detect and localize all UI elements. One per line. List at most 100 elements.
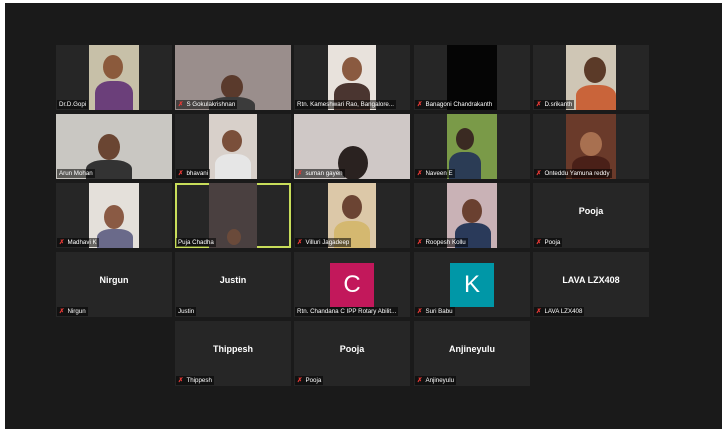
participant-display-name: Nirgun (99, 275, 129, 285)
participant-name: Naveen E (425, 170, 453, 177)
mic-muted-icon: ✗ (59, 239, 65, 246)
participant-tile[interactable]: Thippesh ✗ Thippesh (175, 321, 291, 386)
participant-tile[interactable]: Arun Mohan (56, 114, 172, 179)
participant-video (209, 114, 257, 179)
participant-video (209, 183, 257, 248)
participant-name: Pooja (305, 377, 322, 384)
participant-tile[interactable]: ✗ Madhavi K (56, 183, 172, 248)
participant-tile[interactable]: LAVA LZX408 ✗ LAVA LZX408 (533, 252, 649, 317)
participant-name-label: ✗ suman gayen (295, 169, 345, 178)
participant-tile-active-speaker[interactable]: Puja Chadha (175, 183, 291, 248)
participant-avatar: K (450, 263, 494, 307)
participant-tile[interactable]: Justin Justin (175, 252, 291, 317)
avatar-letter: K (463, 271, 480, 298)
participant-display-name: Justin (219, 275, 247, 285)
mic-muted-icon: ✗ (178, 170, 184, 177)
participant-name-label: ✗ Pooja (295, 376, 324, 385)
participant-name-label: Arun Mohan (57, 169, 95, 178)
mic-muted-icon: ✗ (536, 101, 542, 108)
mic-muted-icon: ✗ (536, 170, 542, 177)
participant-name: Suri Babu (425, 308, 453, 315)
mic-muted-icon: ✗ (417, 101, 423, 108)
mic-muted-icon: ✗ (536, 239, 542, 246)
participant-tile[interactable]: K ✗ Suri Babu (414, 252, 530, 317)
participant-tile[interactable]: Anjineyulu ✗ Anjineyulu (414, 321, 530, 386)
participant-name-label: ✗ D.srikanth (534, 100, 575, 109)
mic-muted-icon: ✗ (417, 377, 423, 384)
participant-display-name: Pooja (578, 206, 604, 216)
participant-name: Madhavi K (67, 239, 97, 246)
mic-muted-icon: ✗ (297, 239, 303, 246)
mic-muted-icon: ✗ (417, 239, 423, 246)
participant-name-label: ✗ Madhavi K (57, 238, 99, 247)
mic-muted-icon: ✗ (417, 308, 423, 315)
participant-video (89, 45, 139, 110)
participant-name: Puja Chadha (178, 239, 214, 246)
participant-tile[interactable]: Dr.D.Gopi (56, 45, 172, 110)
mic-muted-icon: ✗ (297, 377, 303, 384)
participant-tile[interactable]: ✗ D.srikanth (533, 45, 649, 110)
participant-name: suman gayen (305, 170, 343, 177)
mic-muted-icon: ✗ (59, 308, 65, 315)
participant-name-label: ✗ Thippesh (176, 376, 214, 385)
participant-tile[interactable]: ✗ S Gokulakrishnan (175, 45, 291, 110)
participant-name: Justin (178, 308, 195, 315)
participant-name-label: ✗ Suri Babu (415, 307, 455, 316)
participant-name-label: ✗ Villuri Jagadeep (295, 238, 352, 247)
mic-muted-icon: ✗ (536, 308, 542, 315)
participant-name: S Gokulakrishnan (186, 101, 236, 108)
participant-avatar: C (330, 263, 374, 307)
participant-tile[interactable]: Rtn. Kameshwari Rao, Bangalore... (294, 45, 410, 110)
participant-name: Pooja (544, 239, 561, 246)
participant-name: Rtn. Kameshwari Rao, Bangalore... (297, 101, 394, 108)
participant-name: Thippesh (186, 377, 212, 384)
participant-name-label: ✗ Onteddu Yamuna reddy (534, 169, 612, 178)
avatar-letter: C (343, 271, 361, 298)
participant-name: Villuri Jagadeep (305, 239, 350, 246)
participant-name: D.srikanth (544, 101, 573, 108)
participant-name-label: Rtn. Chandana C IPP Rotary Abilit... (295, 307, 399, 316)
video-gallery: Dr.D.Gopi ✗ S Gokulakrishnan Rtn. Kameshw… (5, 3, 722, 429)
participant-tile[interactable]: Pooja ✗ Pooja (294, 321, 410, 386)
participant-display-name: Pooja (339, 344, 365, 354)
mic-muted-icon: ✗ (178, 377, 184, 384)
participant-tile[interactable]: ✗ Roopesh Kollu (414, 183, 530, 248)
participant-display-name: Anjineyulu (448, 344, 495, 354)
participant-name-label: Puja Chadha (176, 238, 216, 247)
participant-name-label: ✗ Nirgun (57, 307, 88, 316)
participant-name: bhavani (186, 170, 209, 177)
participant-name-label: Rtn. Kameshwari Rao, Bangalore... (295, 100, 396, 109)
participant-name-label: Justin (176, 307, 197, 316)
participant-name: Roopesh Kollu (425, 239, 466, 246)
participant-name: Dr.D.Gopi (59, 101, 87, 108)
participant-tile[interactable]: ✗ Naveen E (414, 114, 530, 179)
participant-name-label: ✗ S Gokulakrishnan (176, 100, 238, 109)
participant-name: Onteddu Yamuna reddy (544, 170, 610, 177)
participant-name-label: ✗ Anjineyulu (415, 376, 457, 385)
participant-name-label: Dr.D.Gopi (57, 100, 89, 109)
participant-display-name: Thippesh (213, 344, 253, 354)
participant-tile[interactable]: ✗ Onteddu Yamuna reddy (533, 114, 649, 179)
mic-muted-icon: ✗ (297, 170, 303, 177)
participant-name-label: ✗ LAVA LZX408 (534, 307, 585, 316)
participant-name: Anjineyulu (425, 377, 455, 384)
participant-name: Nirgun (67, 308, 86, 315)
participant-display-name: LAVA LZX408 (562, 275, 620, 285)
participant-tile[interactable]: ✗ Villuri Jagadeep (294, 183, 410, 248)
participant-name: Banagoni Chandrakanth (425, 101, 493, 108)
mic-muted-icon: ✗ (178, 101, 184, 108)
participant-name-label: ✗ Roopesh Kollu (415, 238, 468, 247)
participant-tile[interactable]: ✗ bhavani (175, 114, 291, 179)
participant-name-label: ✗ bhavani (176, 169, 211, 178)
participant-tile[interactable]: ✗ suman gayen (294, 114, 410, 179)
participant-tile[interactable]: ✗ Banagoni Chandrakanth (414, 45, 530, 110)
participant-tile[interactable]: Nirgun ✗ Nirgun (56, 252, 172, 317)
participant-name: Arun Mohan (59, 170, 93, 177)
participant-name-label: ✗ Naveen E (415, 169, 455, 178)
participant-name: Rtn. Chandana C IPP Rotary Abilit... (297, 308, 397, 315)
participant-name: LAVA LZX408 (544, 308, 583, 315)
participant-name-label: ✗ Banagoni Chandrakanth (415, 100, 495, 109)
mic-muted-icon: ✗ (417, 170, 423, 177)
participant-tile[interactable]: Pooja ✗ Pooja (533, 183, 649, 248)
participant-tile[interactable]: C Rtn. Chandana C IPP Rotary Abilit... (294, 252, 410, 317)
